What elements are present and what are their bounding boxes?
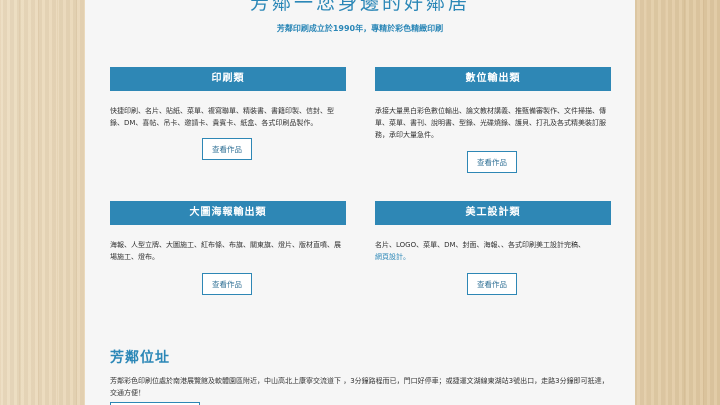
- location-address: 芳鄰彩色印刷位處於南港展覽館及軟體園區附近，中山高北上康寧交流道下 ，3分鐘路程…: [110, 377, 609, 397]
- web-design-link[interactable]: 網頁設計。: [375, 253, 410, 261]
- card-poster-desc: 海報、人型立牌、大圖施工、紅布條、布旗、關東旗、燈片、版材直噴、展場施工、燈布。: [110, 241, 341, 261]
- card-poster-title: 大圖海報輸出類: [110, 201, 346, 225]
- card-poster: 大圖海報輸出類 海報、人型立牌、大圖施工、紅布條、布旗、關東旗、燈片、版材直噴、…: [110, 201, 346, 301]
- card-design-desc-text: 名片、LOGO、菜單、DM、封面、海報、、各式印刷美工設計完稿、: [375, 241, 586, 249]
- card-design-title: 美工設計類: [375, 201, 611, 225]
- hero-title: 芳鄰一您身邊的好鄰居: [249, 0, 470, 14]
- card-design: 美工設計類 名片、LOGO、菜單、DM、封面、海報、、各式印刷美工設計完稿、 網頁…: [375, 201, 611, 301]
- view-poster-button[interactable]: 查看作品: [202, 273, 252, 295]
- card-printing-desc: 快捷印刷、名片、貼紙、菜單、複寫聯單、精裝書、書籍印製、信封、型錄、DM、喜帖、…: [110, 107, 334, 127]
- card-design-desc: 名片、LOGO、菜單、DM、封面、海報、、各式印刷美工設計完稿、 網頁設計。: [375, 239, 611, 263]
- card-digital: 數位輸出類 承接大量黑白彩色數位輸出、論文教材講義、推甄備審製作、文件掃描、傳單…: [375, 67, 611, 177]
- card-digital-desc: 承接大量黑白彩色數位輸出、論文教材講義、推甄備審製作、文件掃描、傳單、菜單、書刊…: [375, 107, 606, 139]
- card-printing-title: 印刷類: [110, 67, 346, 91]
- card-digital-title: 數位輸出類: [375, 67, 611, 91]
- view-printing-button[interactable]: 查看作品: [202, 138, 252, 160]
- location-title: 芳鄰位址: [110, 350, 170, 366]
- view-digital-button[interactable]: 查看作品: [467, 151, 517, 173]
- page-content: 芳鄰一您身邊的好鄰居 芳鄰印刷成立於1990年，專精於彩色精緻印刷 印刷類 快捷…: [85, 0, 635, 405]
- view-design-button[interactable]: 查看作品: [467, 273, 517, 295]
- card-printing: 印刷類 快捷印刷、名片、貼紙、菜單、複寫聯單、精裝書、書籍印製、信封、型錄、DM…: [110, 67, 346, 167]
- intro-text: 芳鄰印刷成立於1990年，專精於彩色精緻印刷: [276, 24, 444, 33]
